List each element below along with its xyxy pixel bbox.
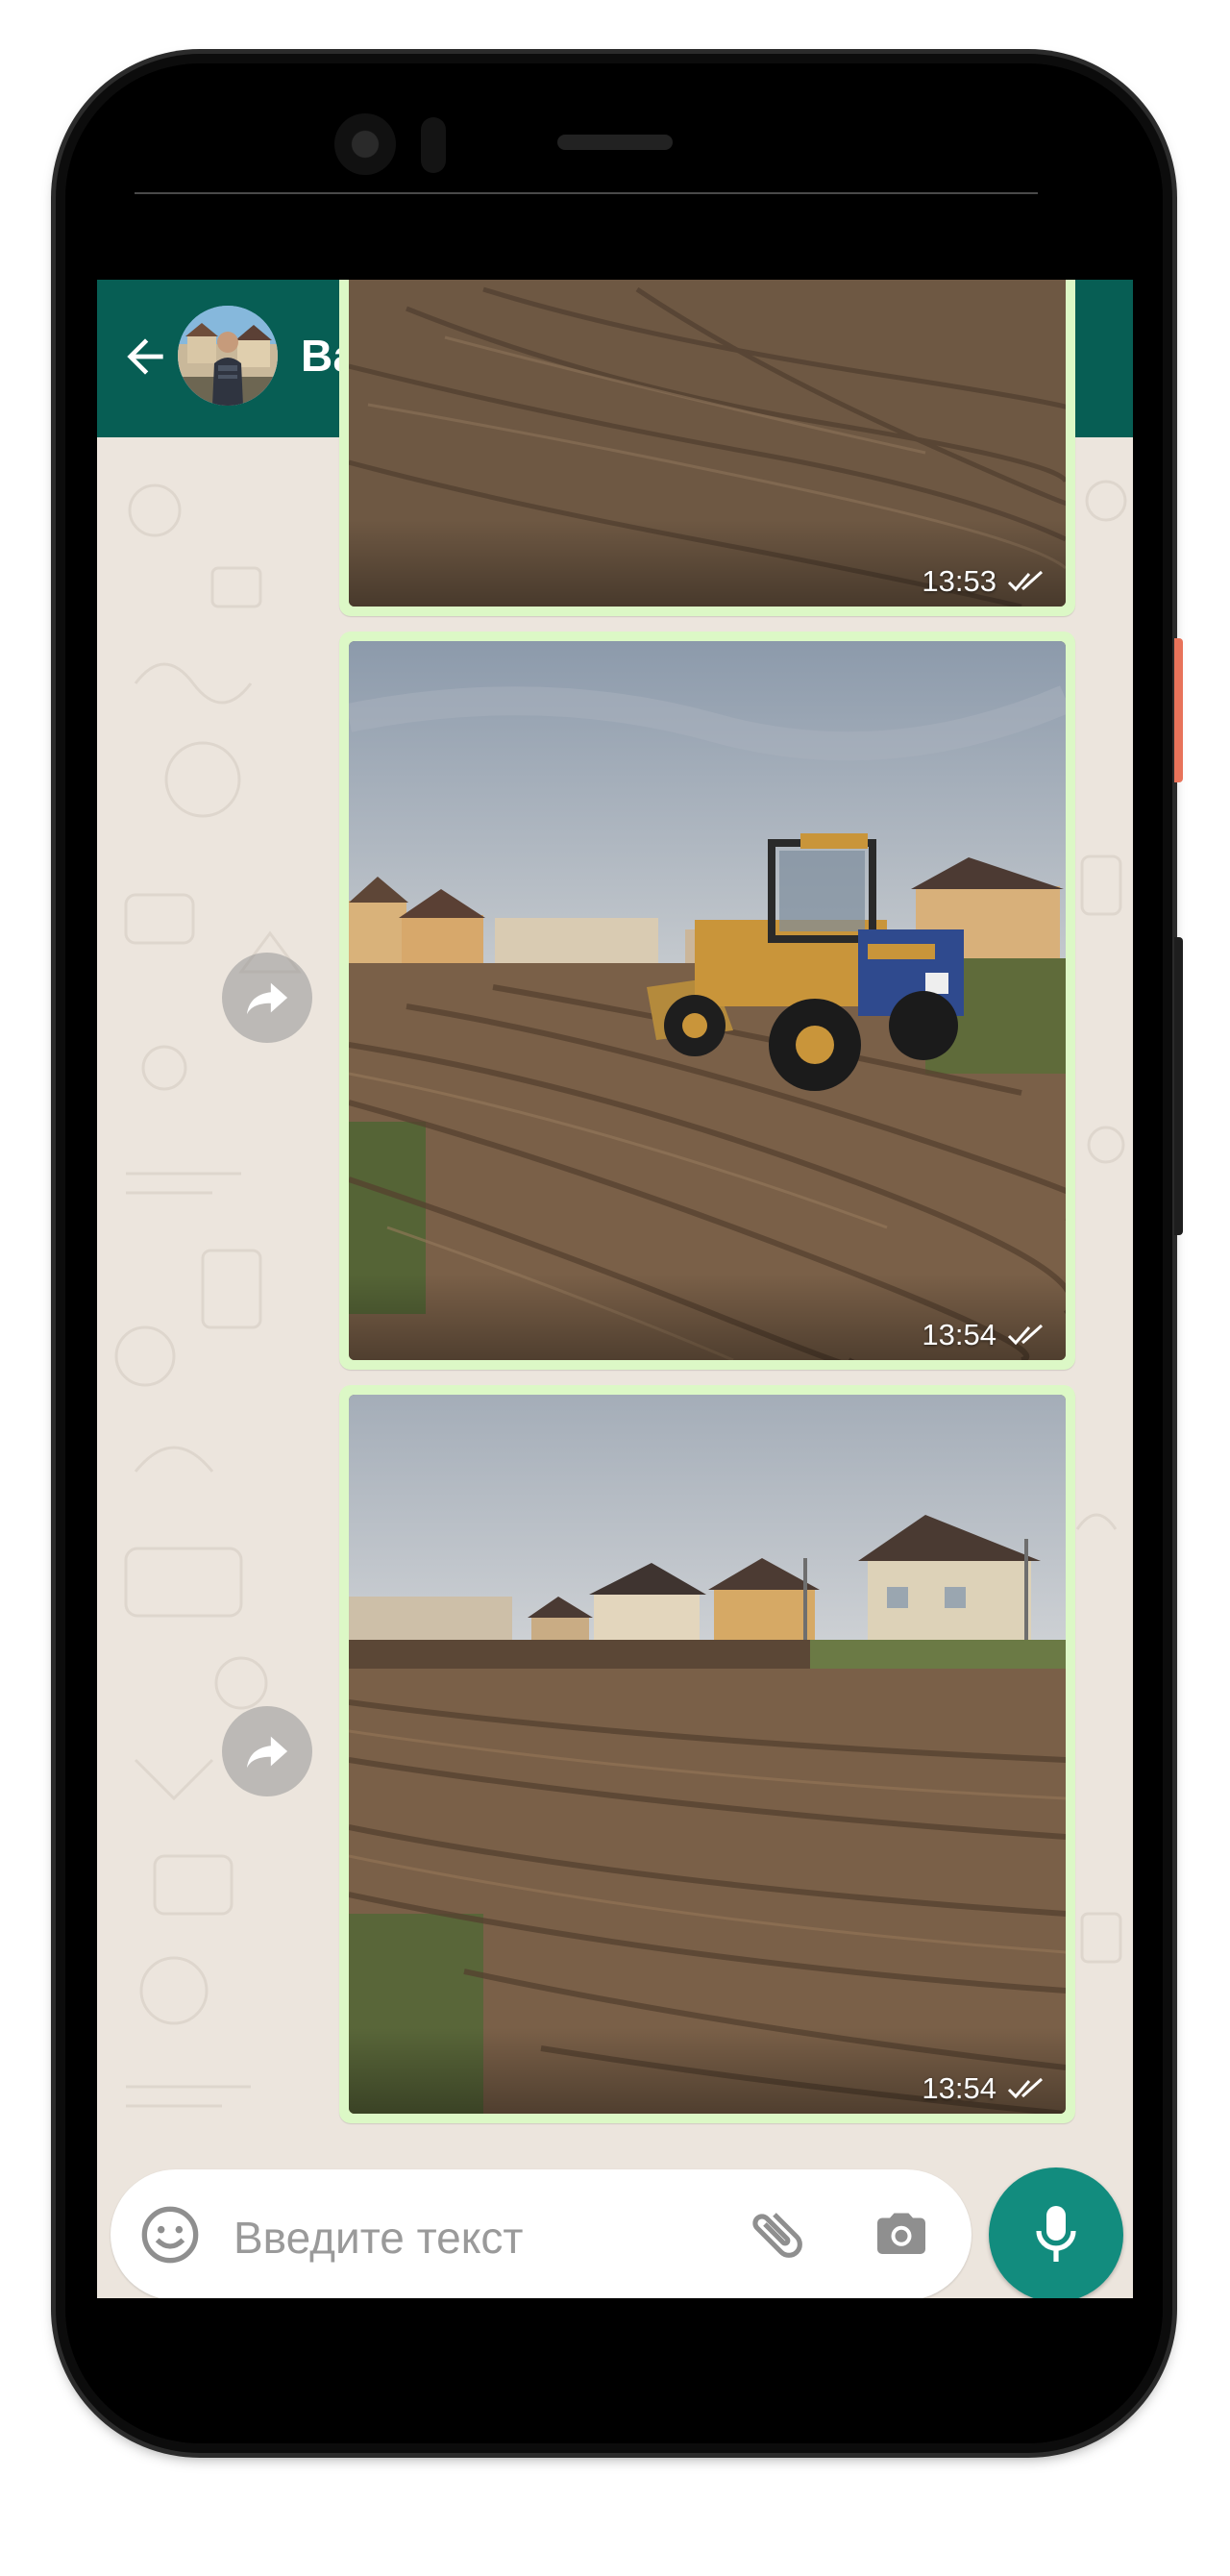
message-meta: 13:54 [922, 2071, 1050, 2106]
status-bar-divider [135, 192, 1038, 194]
emoji-icon[interactable] [139, 2204, 201, 2266]
message-composer[interactable]: Введите текст [111, 2169, 972, 2298]
mic-icon [1036, 2206, 1076, 2262]
double-check-icon [1007, 1324, 1044, 1346]
forward-icon [246, 982, 288, 1015]
back-arrow-icon[interactable] [118, 330, 172, 384]
message-time: 13:54 [922, 1318, 996, 1351]
power-button [1174, 638, 1183, 782]
message-meta: 13:53 [922, 564, 1050, 599]
image-message[interactable]: 13:54 [339, 632, 1075, 1370]
double-check-icon [1007, 2077, 1044, 2099]
forward-icon [246, 1736, 288, 1769]
message-meta: 13:54 [922, 1318, 1050, 1352]
message-photo[interactable] [349, 1395, 1066, 2114]
forward-button[interactable] [222, 953, 312, 1043]
message-photo[interactable] [349, 641, 1066, 1360]
attach-icon[interactable] [745, 2202, 810, 2267]
chat-screen: Вадим [97, 280, 1133, 2298]
image-message[interactable]: 13:53 [339, 280, 1075, 616]
double-check-icon [1007, 570, 1044, 592]
camera-icon[interactable] [872, 2206, 931, 2264]
voice-record-button[interactable] [989, 2167, 1123, 2298]
avatar[interactable] [178, 306, 278, 406]
message-time: 13:53 [922, 564, 996, 598]
earpiece-speaker [557, 135, 673, 150]
front-camera [334, 113, 396, 175]
message-input[interactable]: Введите текст [234, 2212, 523, 2264]
proximity-sensor [421, 117, 446, 173]
forward-button[interactable] [222, 1706, 312, 1796]
volume-button [1174, 937, 1183, 1235]
image-message[interactable]: 13:54 [339, 1385, 1075, 2123]
message-time: 13:54 [922, 2071, 996, 2105]
message-photo[interactable] [349, 280, 1066, 607]
